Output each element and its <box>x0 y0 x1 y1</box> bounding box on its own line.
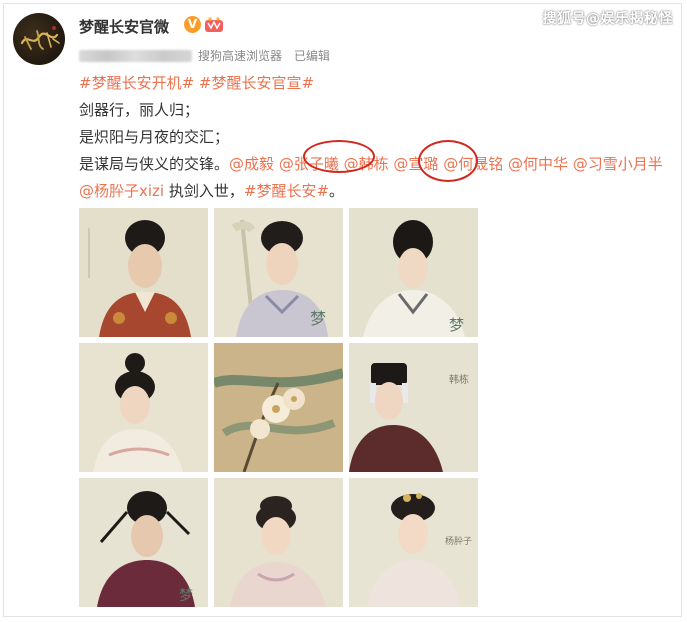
poster-woman-headdress[interactable]: 杨肸子 <box>349 478 478 607</box>
member-crown-icon <box>205 17 223 32</box>
svg-text:梦: 梦 <box>310 309 326 328</box>
hashtag-link[interactable]: #梦醒长安# <box>244 182 329 200</box>
poster-woman-hair-bun[interactable] <box>79 343 208 472</box>
edited-label[interactable]: 已编辑 <box>294 47 330 64</box>
watermark: 搜狐号@娱乐揭秘怪 <box>542 11 673 27</box>
portrait-image: 梦 <box>349 208 478 337</box>
poster-woman-smiling[interactable] <box>214 478 343 607</box>
svg-text:梦: 梦 <box>179 588 193 604</box>
hashtag-line: #梦醒长安开机# #梦醒长安官宣# <box>79 70 679 97</box>
poster-woman-sword[interactable]: 梦 <box>214 208 343 337</box>
portrait-image: 梦 <box>79 478 208 607</box>
post-text-line: 是炽阳与月夜的交汇； <box>79 128 230 146</box>
post-time-blurred <box>79 49 192 62</box>
verified-badge-icon: V <box>184 16 201 33</box>
svg-text:韩栋: 韩栋 <box>449 373 469 386</box>
post-text-segment: 是谋局与侠义的交锋。 <box>79 155 230 173</box>
mention-link[interactable]: @何中华 <box>508 155 568 173</box>
portrait-image: 杨肸子 <box>349 478 478 607</box>
image-grid: 梦 梦 韩栋 梦 杨肸子 <box>79 208 478 607</box>
highlight-circle-zhangzixi <box>303 140 375 173</box>
svg-text:梦: 梦 <box>449 316 464 334</box>
svg-text:杨肸子: 杨肸子 <box>445 535 472 547</box>
portrait-image <box>79 343 208 472</box>
avatar[interactable] <box>13 13 65 65</box>
post-meta: 搜狗高速浏览器 已编辑 <box>79 47 330 64</box>
hashtag-link[interactable]: #梦醒长安官宣# <box>199 74 314 92</box>
mention-link[interactable]: @杨肸子xizi <box>79 182 164 200</box>
flower-painting-image <box>214 343 343 472</box>
mention-link[interactable]: @成毅 <box>229 155 274 173</box>
mention-link[interactable]: @习雪小月半 <box>573 155 663 173</box>
poster-man-purple-robe[interactable]: 梦 <box>79 478 208 607</box>
post-text-segment: 执剑入世， <box>168 182 244 200</box>
poster-older-man-white-hair[interactable]: 韩栋 <box>349 343 478 472</box>
post-text-line: 剑器行，丽人归； <box>79 101 200 119</box>
poster-man-red-robe[interactable] <box>79 208 208 337</box>
account-name[interactable]: 梦醒长安官微 <box>79 16 169 37</box>
portrait-image <box>79 208 208 337</box>
post-source[interactable]: 搜狗高速浏览器 <box>198 47 282 64</box>
post-text-segment: 。 <box>329 182 345 200</box>
poster-man-white-robe[interactable]: 梦 <box>349 208 478 337</box>
highlight-circle-xuanlu <box>418 140 478 182</box>
post-content: #梦醒长安开机# #梦醒长安官宣# 剑器行，丽人归； 是炽阳与月夜的交汇； 是谋… <box>79 70 679 205</box>
poster-center-flowers[interactable] <box>214 343 343 472</box>
avatar-calligraphy-icon <box>20 26 60 50</box>
portrait-image: 梦 <box>214 208 343 337</box>
post-text-mentions: 是谋局与侠义的交锋。@成毅 @张子曦 @韩栋 @宣璐 @何晟铭 @何中华 @习雪… <box>79 151 679 205</box>
hashtag-link[interactable]: #梦醒长安开机# <box>79 74 194 92</box>
portrait-image <box>214 478 343 607</box>
portrait-image: 韩栋 <box>349 343 478 472</box>
